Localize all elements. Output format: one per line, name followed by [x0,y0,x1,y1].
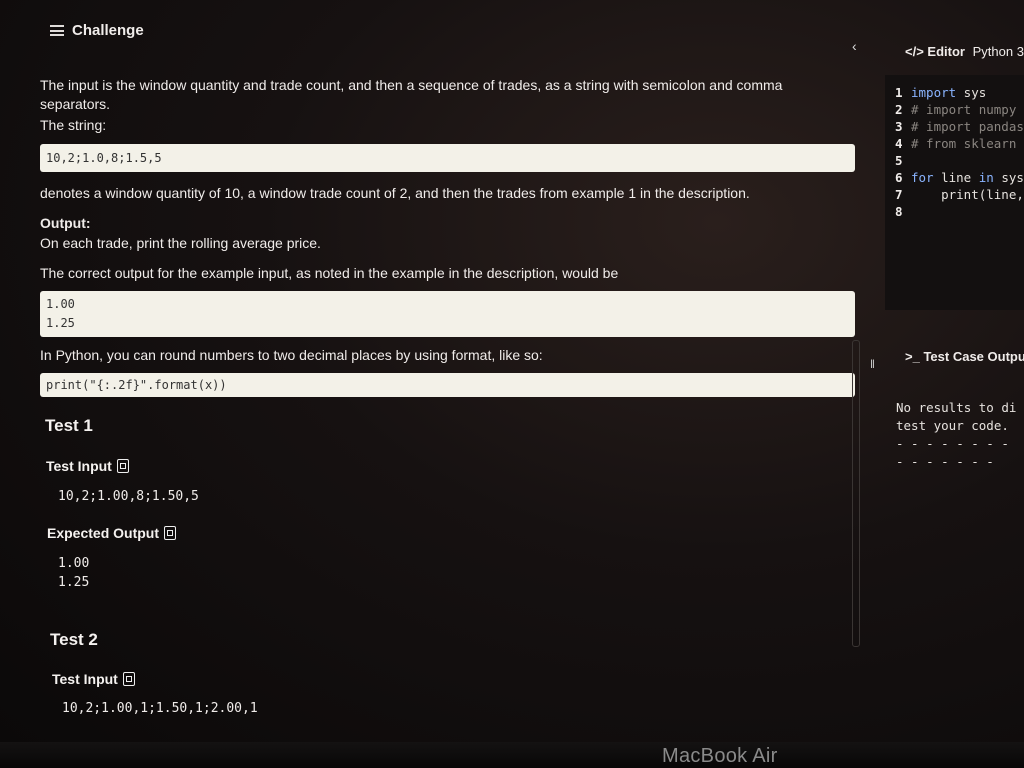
device-label: MacBook Air [662,745,778,767]
test-1-expected-label: Expected Output [47,525,177,541]
output-label: Output: [40,215,91,231]
example-output-code: 1.00 1.25 [40,291,855,337]
code-line[interactable]: 2 # import numpy [895,101,1024,118]
editor-title: Editor [927,44,965,59]
code-token: import [911,85,957,100]
collapse-chevron-icon[interactable]: ‹ [852,38,857,54]
test-1-expected-label-text: Expected Output [47,525,160,541]
test-1-input-value: 10,2;1.00,8;1.50,5 [58,489,199,504]
screen: Challenge The input is the window quanti… [0,0,1024,742]
test-1-expected-line: 1.25 [58,575,90,590]
editor-header: </> Editor Python 3 [905,44,1024,59]
output-description: On each trade, print the rolling average… [40,235,321,251]
right-panel: </> Editor Python 3 1 import sys 2 # import… [885,0,1024,742]
laptop-bezel: MacBook Air [0,742,1024,768]
string-label: The string: [40,117,107,133]
line-number: 6 [895,170,903,185]
line-number: 4 [895,136,903,151]
test-output-text: No results to di test your code. - - - -… [896,400,1017,469]
challenge-header-label: Challenge [72,22,144,39]
test-1-input-label: Test Input [46,458,129,474]
line-number: 3 [895,119,903,134]
test-2-title: Test 2 [50,630,98,649]
code-lines[interactable]: 1 import sys 2 # import numpy 3 # import pand… [895,84,1024,220]
example-output-line: 1.00 [46,297,75,311]
copy-icon[interactable] [116,459,129,473]
test-1-expected-line: 1.00 [58,556,90,571]
python-code-snippet: print("{:.2f}".format(x)) [40,373,855,397]
code-token: # import numpy [911,102,1017,117]
code-token: sys [956,85,987,100]
language-selector[interactable]: Python 3 [973,44,1024,59]
terminal-icon: >_ [905,349,920,364]
test-output-title: Test Case Output [923,349,1024,364]
test-2-input-label-text: Test Input [52,671,118,687]
challenge-header[interactable]: Challenge [50,22,144,39]
test-output-header: >_ Test Case Output [905,349,1024,364]
line-number: 7 [895,187,903,202]
code-token: in [978,170,994,185]
code-token: print(line, [911,187,1024,202]
code-line[interactable]: 7 print(line, [895,186,1024,203]
code-token: line [933,170,979,185]
line-number: 1 [895,85,903,100]
code-token: sys [993,170,1024,185]
code-token: # import pandas [911,119,1024,134]
test-1-input-label-text: Test Input [46,458,112,474]
code-line[interactable]: 8 [895,203,1024,220]
code-line[interactable]: 1 import sys [895,84,1024,101]
test-2-input-label: Test Input [52,671,135,687]
test-2-input-value: 10,2;1.00,1;1.50,1;2.00,1 [62,701,258,716]
line-number: 2 [895,102,903,117]
splitter-handle-icon[interactable]: ‖ [870,357,875,371]
copy-icon[interactable] [164,526,177,540]
code-line[interactable]: 3 # import pandas [895,118,1024,135]
string-example-code: 10,2;1.0,8;1.5,5 [40,144,855,172]
code-icon: </> [905,44,924,59]
intro-text: The input is the window quantity and tra… [40,77,783,112]
list-icon [50,25,64,36]
copy-icon[interactable] [122,672,135,686]
code-line[interactable]: 4 # from sklearn [895,135,1024,152]
line-number: 5 [895,153,903,168]
line-number: 8 [895,204,903,219]
challenge-panel: Challenge The input is the window quanti… [0,0,880,742]
example-output-line: 1.25 [46,316,75,330]
code-token: # from sklearn [911,136,1017,151]
test-1-title: Test 1 [45,416,93,435]
code-line[interactable]: 6 for line in sys [895,169,1024,186]
scrollbar[interactable] [852,340,860,647]
python-tip-text: In Python, you can round numbers to two … [40,347,543,363]
denotes-text: denotes a window quantity of 10, a windo… [40,185,750,201]
code-line[interactable]: 5 [895,152,1024,169]
code-token: for [911,170,934,185]
correct-output-text: The correct output for the example input… [40,265,619,281]
